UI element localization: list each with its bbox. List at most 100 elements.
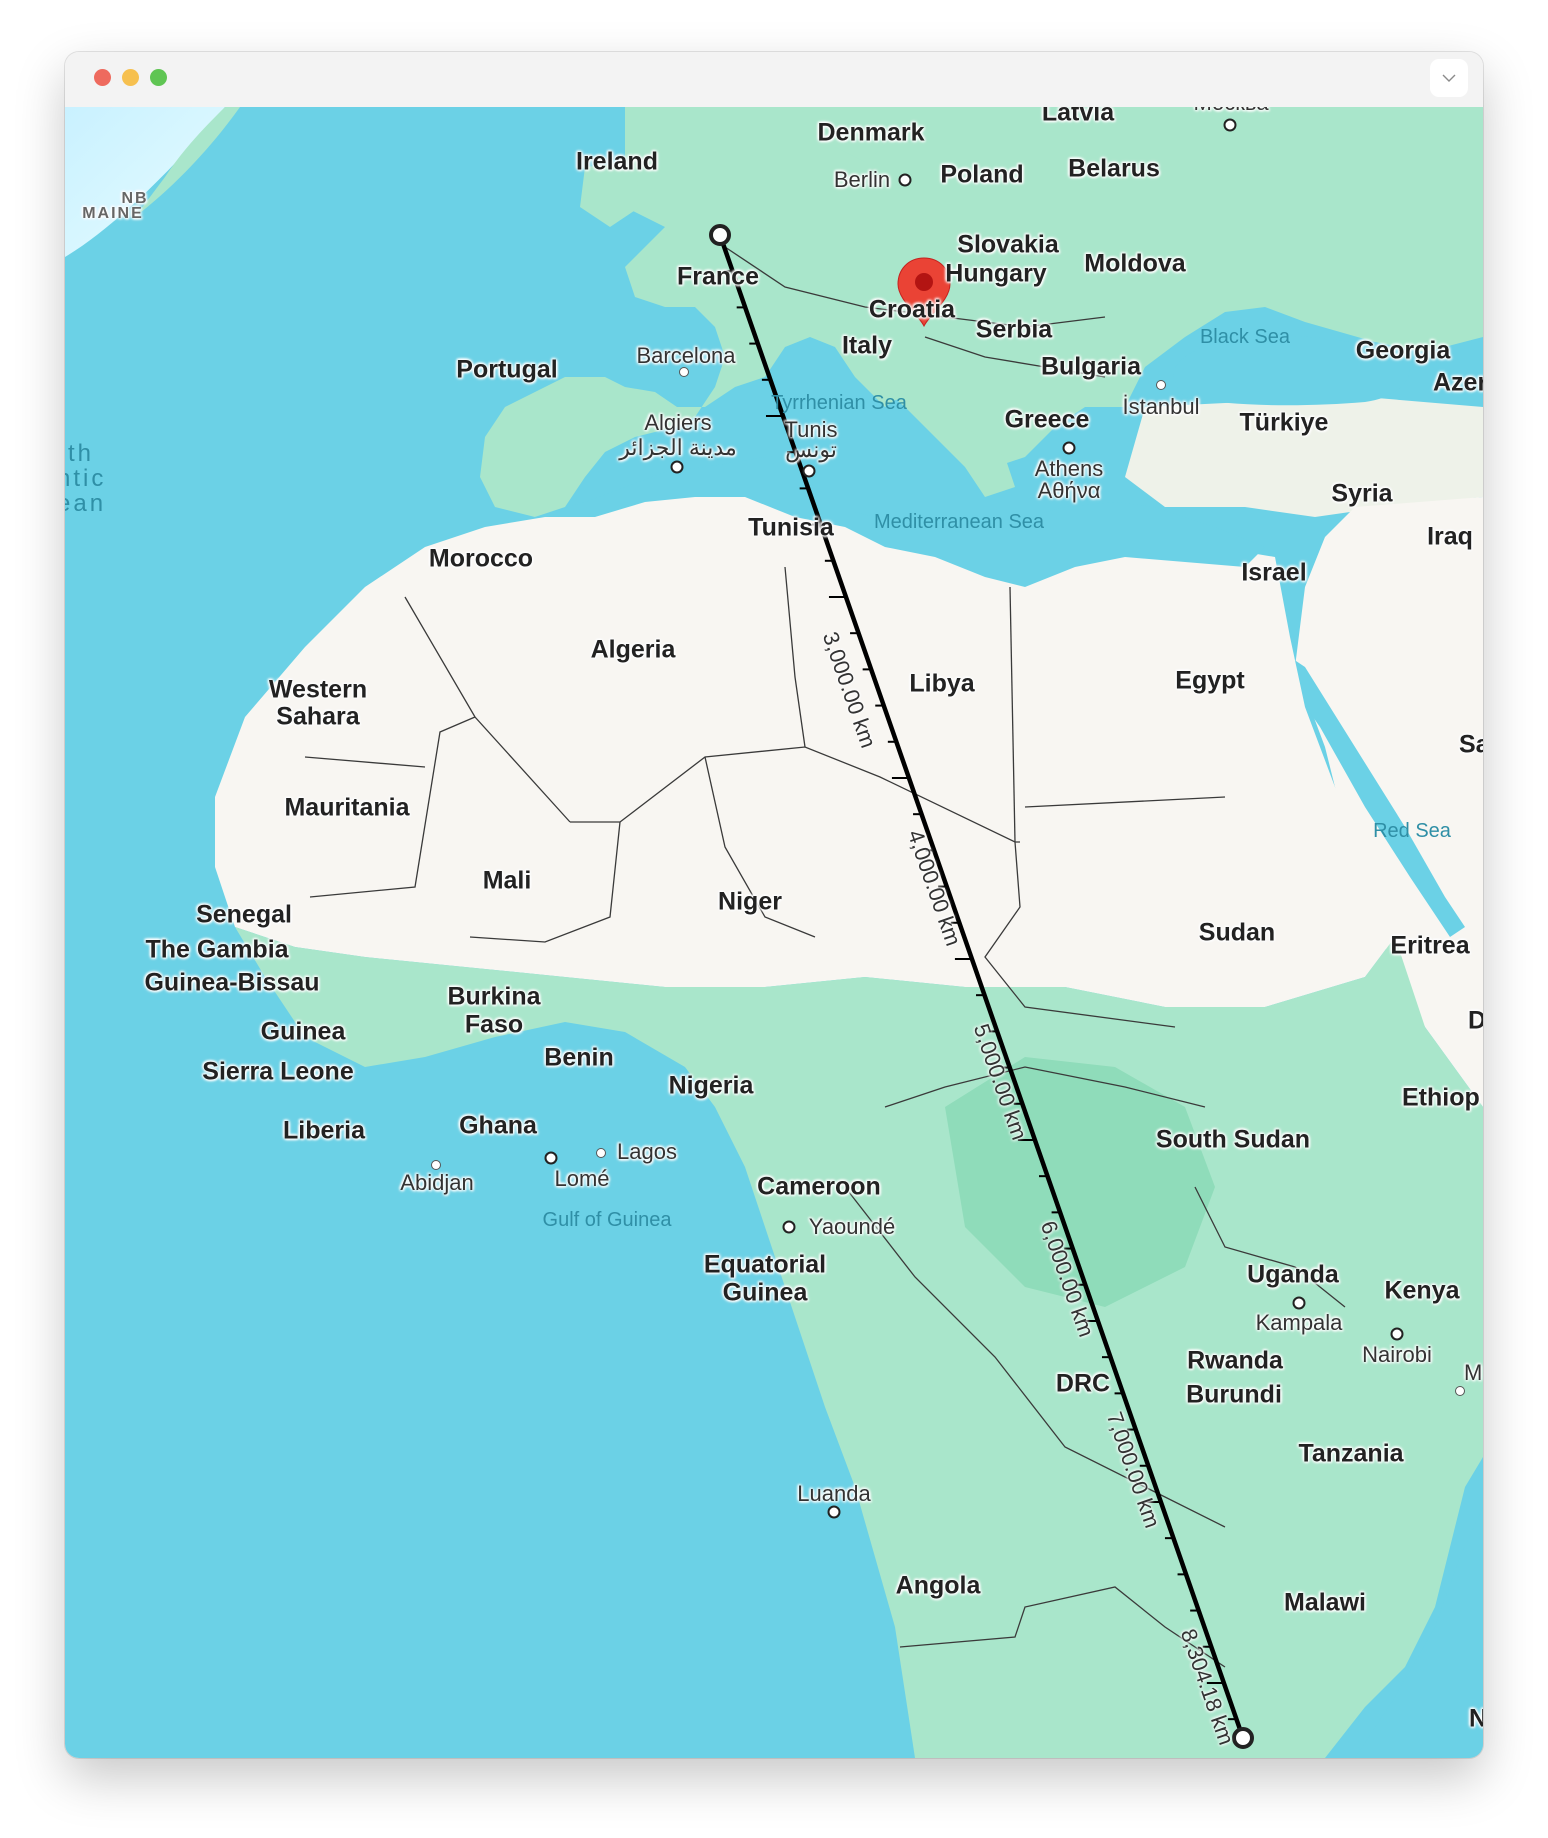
label-burkina-1: Burkina bbox=[447, 982, 541, 1011]
label-egypt: Egypt bbox=[1175, 666, 1245, 695]
polar-region bbox=[65, 107, 225, 257]
label-guinea-bissau: Guinea-Bissau bbox=[144, 968, 320, 997]
label-athens: Athens bbox=[1034, 456, 1104, 481]
label-uganda: Uganda bbox=[1247, 1260, 1339, 1289]
label-moldova: Moldova bbox=[1084, 249, 1186, 278]
capital-dot-nairobi[interactable] bbox=[1390, 1327, 1404, 1341]
capital-dot-yaounde[interactable] bbox=[782, 1220, 796, 1234]
label-mombasa: M bbox=[1464, 1360, 1483, 1385]
city-dot-abidjan[interactable] bbox=[431, 1160, 441, 1170]
label-tanzania: Tanzania bbox=[1298, 1439, 1404, 1468]
label-nairobi: Nairobi bbox=[1362, 1342, 1432, 1367]
label-yaounde: Yaoundé bbox=[808, 1214, 896, 1239]
label-mediterranean: Mediterranean Sea bbox=[873, 511, 1045, 533]
label-gambia: The Gambia bbox=[145, 935, 289, 964]
capital-dot-algiers[interactable] bbox=[670, 460, 684, 474]
label-maine: MAINE bbox=[82, 205, 144, 222]
label-gulf-of-guinea: Gulf of Guinea bbox=[542, 1209, 672, 1231]
label-berlin: Berlin bbox=[833, 167, 891, 192]
capital-dot-moscow[interactable] bbox=[1223, 118, 1237, 132]
label-sierra-leone: Sierra Leone bbox=[202, 1057, 354, 1086]
label-red-sea: Red Sea bbox=[1373, 820, 1451, 842]
label-western-sahara-1: Western bbox=[268, 675, 368, 704]
label-drc: DRC bbox=[1055, 1369, 1111, 1398]
label-azerbaijan: Azerl bbox=[1433, 368, 1483, 397]
city-dot-mombasa[interactable] bbox=[1455, 1386, 1465, 1396]
label-south-sudan: South Sudan bbox=[1155, 1125, 1311, 1154]
capital-dot-luanda[interactable] bbox=[827, 1505, 841, 1519]
label-bulgaria: Bulgaria bbox=[1040, 352, 1142, 381]
label-atlantic: rth ntic ean bbox=[65, 441, 106, 517]
city-dot-istanbul[interactable] bbox=[1156, 380, 1166, 390]
label-algeria: Algeria bbox=[590, 635, 676, 664]
label-israel: Israel bbox=[1241, 558, 1307, 587]
label-iraq: Iraq bbox=[1427, 522, 1473, 551]
label-hungary: Hungary bbox=[945, 259, 1047, 288]
capital-dot-tunis[interactable] bbox=[802, 464, 816, 478]
capital-dot-berlin[interactable] bbox=[898, 173, 912, 187]
label-lagos: Lagos bbox=[617, 1139, 677, 1164]
label-ghana: Ghana bbox=[459, 1111, 537, 1140]
label-ethiopia: Ethiop bbox=[1402, 1083, 1480, 1112]
label-niger: Niger bbox=[718, 887, 782, 916]
ocean-line-2: ntic bbox=[65, 465, 107, 493]
label-burundi: Burundi bbox=[1186, 1380, 1282, 1409]
label-ireland: Ireland bbox=[576, 147, 658, 176]
label-cameroon: Cameroon bbox=[757, 1172, 881, 1201]
label-slovakia: Slovakia bbox=[957, 230, 1059, 259]
label-mali: Mali bbox=[482, 866, 532, 895]
label-france: France bbox=[677, 262, 759, 291]
label-liberia: Liberia bbox=[283, 1116, 365, 1145]
zoom-button[interactable] bbox=[150, 69, 167, 86]
minimize-button[interactable] bbox=[122, 69, 139, 86]
capital-dot-athens[interactable] bbox=[1062, 441, 1076, 455]
label-morocco: Morocco bbox=[428, 544, 534, 573]
city-dot-lagos[interactable] bbox=[596, 1148, 606, 1158]
label-sudan: Sudan bbox=[1198, 918, 1276, 947]
label-athens-gr: Αθήνα bbox=[1037, 478, 1101, 503]
label-rwanda: Rwanda bbox=[1187, 1346, 1283, 1375]
app-window: NB MAINE rth ntic ean Ireland Denmark La… bbox=[65, 52, 1483, 1758]
label-greece: Greece bbox=[1004, 405, 1090, 434]
city-dot-barcelona[interactable] bbox=[679, 367, 689, 377]
label-portugal: Portugal bbox=[456, 355, 558, 384]
capital-dot-kampala[interactable] bbox=[1292, 1296, 1306, 1310]
chevron-down-icon bbox=[1442, 74, 1456, 82]
close-button[interactable] bbox=[94, 69, 111, 86]
label-poland: Poland bbox=[940, 160, 1024, 189]
map-canvas[interactable]: NB MAINE rth ntic ean Ireland Denmark La… bbox=[65, 107, 1483, 1758]
label-saudi: Sa bbox=[1459, 730, 1483, 759]
label-eq-guinea-2: Guinea bbox=[722, 1278, 808, 1307]
label-georgia: Georgia bbox=[1355, 336, 1451, 365]
label-barcelona: Barcelona bbox=[636, 343, 736, 368]
title-bar bbox=[65, 52, 1483, 107]
label-tunis-ar: تونس bbox=[785, 437, 837, 462]
label-denmark: Denmark bbox=[817, 118, 925, 147]
label-mauritania: Mauritania bbox=[284, 793, 410, 822]
label-moscow: Москва bbox=[1193, 107, 1268, 114]
label-lome: Lomé bbox=[554, 1166, 610, 1191]
label-tyrrhenian: Tyrrhenian Sea bbox=[771, 392, 907, 414]
label-turkiye: Türkiye bbox=[1239, 408, 1329, 437]
label-guinea: Guinea bbox=[260, 1017, 346, 1046]
label-luanda: Luanda bbox=[797, 1481, 871, 1506]
label-eq-guinea-1: Equatorial bbox=[703, 1250, 827, 1279]
label-algiers-ar: مدينة الجزائر bbox=[619, 435, 737, 460]
label-eritrea: Eritrea bbox=[1390, 931, 1470, 960]
label-belarus: Belarus bbox=[1068, 154, 1160, 183]
label-latvia: Latvia bbox=[1041, 107, 1115, 127]
label-croatia: Croatia bbox=[868, 295, 956, 324]
menu-button[interactable] bbox=[1430, 59, 1468, 97]
label-mozambique: N bbox=[1469, 1704, 1483, 1733]
label-western-sahara-2: Sahara bbox=[276, 702, 360, 731]
measure-start-point bbox=[709, 224, 731, 246]
label-istanbul: İstanbul bbox=[1122, 394, 1200, 419]
label-tunisia: Tunisia bbox=[748, 513, 834, 542]
label-abidjan: Abidjan bbox=[400, 1170, 474, 1195]
label-djibouti: D bbox=[1468, 1006, 1483, 1035]
ocean-line-3: ean bbox=[65, 490, 107, 518]
label-angola: Angola bbox=[895, 1571, 981, 1600]
label-nigeria: Nigeria bbox=[668, 1071, 754, 1100]
label-benin: Benin bbox=[544, 1043, 614, 1072]
capital-dot-lome[interactable] bbox=[544, 1151, 558, 1165]
